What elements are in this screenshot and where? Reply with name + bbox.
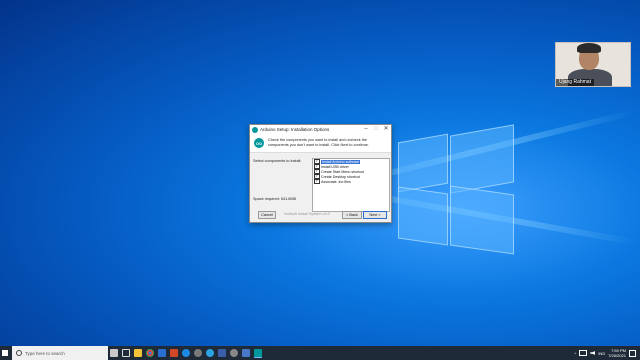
dialog-title: Arduino Setup: Installation Options [260,127,330,132]
wallpaper-logo-pane [450,185,514,255]
wallpaper-logo-pane [398,186,448,246]
checkbox-checked-icon[interactable]: ✓ [314,178,320,185]
arduino-app-icon [252,126,258,133]
webcam-name-label: Ujang Rahmat [556,79,594,86]
back-button[interactable]: < Back [342,211,362,219]
store-icon[interactable] [158,349,166,357]
taskbar-clock[interactable]: 7:50 PM 7/26/2021 [608,348,626,358]
space-required-label: Space required: 541.6MB [253,197,297,201]
components-list[interactable]: ✓ Install Arduino software ✓ Install USB… [312,158,390,212]
minimize-icon[interactable]: – [361,125,371,134]
network-icon[interactable] [579,350,588,356]
taskbar: Type here to search ^ IND 7:50 PM 7/26/2… [0,346,640,360]
maximize-icon: □ [374,126,378,132]
person-hair [577,43,601,53]
chrome-icon[interactable] [146,349,154,357]
start-button[interactable] [0,346,10,360]
tray-overflow-icon[interactable]: ^ [574,351,576,356]
wallpaper-logo-pane [450,124,514,194]
select-components-label: Select components to install: [253,159,302,163]
bird-app-icon[interactable] [110,349,118,357]
component-label: Associate .ino files [321,179,351,184]
clock-date: 7/26/2021 [608,353,626,358]
telegram-icon[interactable] [206,349,214,357]
component-label: Create Desktop shortcut [321,174,360,179]
volume-icon[interactable] [590,351,596,355]
office-icon[interactable] [170,349,178,357]
wallpaper-logo-pane [398,133,448,193]
dialog-titlebar[interactable]: Arduino Setup: Installation Options – □ … [250,125,391,134]
next-button[interactable]: Next > [363,211,387,219]
notification-icon[interactable] [629,349,636,357]
windows-logo-icon [2,350,8,356]
settings-gear-icon[interactable] [194,349,202,357]
zoom-icon[interactable] [218,349,226,357]
task-view-icon[interactable] [122,349,130,357]
dialog-header: OO Check the components you want to inst… [250,134,391,153]
nullsoft-label: Nullsoft Install System v3.0 [284,212,330,216]
header-description: Check the components you want to install… [268,138,369,147]
language-indicator[interactable]: IND [598,351,605,356]
installer-dialog: Arduino Setup: Installation Options – □ … [249,124,392,223]
media-player-icon[interactable] [230,349,238,357]
component-label: Create Start Menu shortcut [321,169,365,174]
edge-icon[interactable] [182,349,190,357]
component-label: Install Arduino software [321,159,361,164]
photos-icon[interactable] [242,349,250,357]
system-tray: ^ IND 7:50 PM 7/26/2021 [574,346,636,360]
search-icon [16,350,22,356]
webcam-overlay: Ujang Rahmat [555,42,631,87]
close-icon[interactable]: ✕ [381,125,391,134]
taskbar-search-box[interactable]: Type here to search [12,346,108,360]
arduino-logo-icon: OO [254,138,264,148]
arduino-taskbar-icon[interactable] [254,348,262,358]
file-explorer-icon[interactable] [134,349,142,357]
component-item[interactable]: ✓ Associate .ino files [313,178,389,185]
component-label: Install USB driver [321,164,349,169]
search-placeholder: Type here to search [25,350,65,356]
cancel-button[interactable]: Cancel [258,211,276,219]
